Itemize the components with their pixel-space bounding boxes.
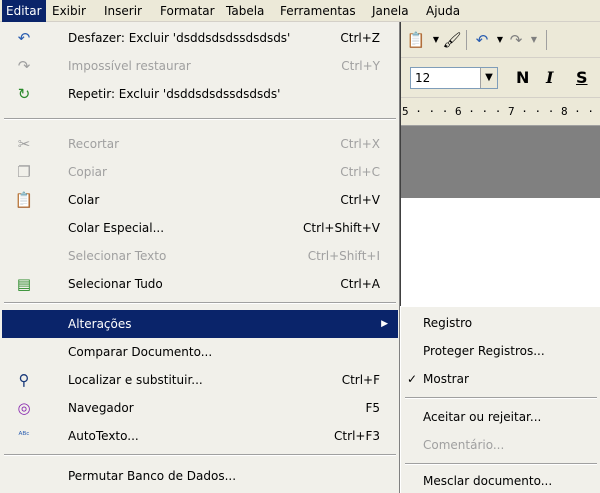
menu-item-restore[interactable]: ↷ Impossível restaurar Ctrl+Y xyxy=(2,52,398,80)
submenu-item-label: Registro xyxy=(423,316,473,330)
toolbar-separator xyxy=(546,30,547,50)
menu-item-find-replace[interactable]: ⚲ Localizar e substituir... Ctrl+F xyxy=(2,366,398,394)
menu-item-shortcut: Ctrl+V xyxy=(340,193,380,207)
menu-editar[interactable]: Editar xyxy=(2,0,46,22)
paste-icon[interactable]: 📋 xyxy=(406,30,426,50)
menu-item-paste[interactable]: 📋 Colar Ctrl+V xyxy=(2,186,398,214)
submenu-item-label: Comentário... xyxy=(423,438,505,452)
submenu-item-record[interactable]: Registro xyxy=(403,309,599,337)
font-size-value: 12 xyxy=(415,71,431,85)
toolbar-separator xyxy=(466,30,467,50)
menu-item-autotext[interactable]: ᴬᴮᶜ AutoTexto... Ctrl+F3 xyxy=(2,422,398,450)
submenu-item-accept-reject[interactable]: Aceitar ou rejeitar... xyxy=(403,403,599,431)
menu-item-label: Colar xyxy=(68,193,100,207)
menu-item-repeat[interactable]: ↻ Repetir: Excluir 'dsddsdsdssdsdsds' xyxy=(2,80,398,108)
menu-item-label: Alterações xyxy=(68,317,132,331)
select-all-icon: ▤ xyxy=(16,275,32,293)
menu-item-shortcut: Ctrl+F xyxy=(341,373,380,387)
menu-item-label: Colar Especial... xyxy=(68,221,165,235)
menu-item-shortcut: Ctrl+A xyxy=(340,277,380,291)
menu-inserir[interactable]: Inserir xyxy=(100,0,146,22)
ruler: 5 · · · 6 · · · 7 · · · 8 · · · xyxy=(400,98,600,146)
paintbrush-icon[interactable]: 🖌 xyxy=(442,30,462,50)
menu-item-navigator[interactable]: ◎ Navegador F5 xyxy=(2,394,398,422)
repeat-icon: ↻ xyxy=(17,85,31,103)
changes-submenu: Registro Proteger Registros... ✓ Mostrar… xyxy=(400,306,600,493)
menu-separator xyxy=(405,397,597,399)
menu-item-shortcut: Ctrl+Shift+V xyxy=(303,221,380,235)
menu-item-copy[interactable]: ❐ Copiar Ctrl+C xyxy=(2,158,398,186)
chevron-down-icon[interactable]: ▼ xyxy=(524,30,544,50)
menu-item-select-all[interactable]: ▤ Selecionar Tudo Ctrl+A xyxy=(2,270,398,298)
menu-item-label: Repetir: Excluir 'dsddsdsdssdsdsds' xyxy=(68,87,281,101)
submenu-item-label: Mostrar xyxy=(423,372,469,386)
submenu-item-comment[interactable]: Comentário... xyxy=(403,431,599,459)
submenu-item-label: Aceitar ou rejeitar... xyxy=(423,410,542,424)
autotext-icon: ᴬᴮᶜ xyxy=(18,431,30,441)
menu-item-paste-special[interactable]: Colar Especial... Ctrl+Shift+V xyxy=(2,214,398,242)
menu-item-label: Desfazer: Excluir 'dsddsdsdssdsdsds' xyxy=(68,31,291,45)
menu-item-undo[interactable]: ↶ Desfazer: Excluir 'dsddsdsdssdsdsds' C… xyxy=(2,24,398,52)
menu-item-shortcut: F5 xyxy=(365,401,380,415)
undo-icon: ↶ xyxy=(17,29,31,47)
menu-item-label: Copiar xyxy=(68,165,107,179)
submenu-item-protect[interactable]: Proteger Registros... xyxy=(403,337,599,365)
paste-icon: 📋 xyxy=(14,191,34,209)
menu-item-cut[interactable]: ✂ Recortar Ctrl+X xyxy=(2,130,398,158)
menu-item-label: Selecionar Texto xyxy=(68,249,167,263)
menu-item-shortcut: Ctrl+F3 xyxy=(334,429,380,443)
document-gray-area xyxy=(400,126,600,198)
italic-button[interactable]: I xyxy=(546,68,553,87)
menu-separator xyxy=(4,302,396,304)
menu-ajuda[interactable]: Ajuda xyxy=(422,0,464,22)
submenu-item-label: Proteger Registros... xyxy=(423,344,545,358)
menu-item-label: Comparar Documento... xyxy=(68,345,213,359)
navigator-icon: ◎ xyxy=(17,399,31,417)
submenu-item-show[interactable]: ✓ Mostrar xyxy=(403,365,599,393)
checkmark-icon: ✓ xyxy=(407,372,418,386)
cut-icon: ✂ xyxy=(17,135,31,153)
menu-separator xyxy=(405,463,597,465)
menu-item-label: Recortar xyxy=(68,137,120,151)
menu-item-select-text[interactable]: Selecionar Texto Ctrl+Shift+I xyxy=(2,242,398,270)
menu-item-label: Permutar Banco de Dados... xyxy=(68,469,237,483)
copy-icon: ❐ xyxy=(17,163,31,181)
menu-exibir[interactable]: Exibir xyxy=(48,0,90,22)
edit-menu: ↶ Desfazer: Excluir 'dsddsdsdssdsdsds' C… xyxy=(0,22,400,493)
underline-button[interactable]: S xyxy=(576,68,588,87)
menu-item-label: Selecionar Tudo xyxy=(68,277,163,291)
menu-item-label: Impossível restaurar xyxy=(68,59,191,73)
menu-item-label: Localizar e substituir... xyxy=(68,373,203,387)
menu-bar: Editar Exibir Inserir Formatar Tabela Fe… xyxy=(0,0,600,22)
menu-item-changes[interactable]: Alterações ▶ xyxy=(2,310,398,338)
binoculars-icon: ⚲ xyxy=(18,371,30,389)
chevron-down-icon[interactable]: ▼ xyxy=(480,68,497,88)
menu-separator xyxy=(4,454,396,456)
menu-separator xyxy=(4,118,396,120)
menu-item-exchange-database[interactable]: Permutar Banco de Dados... xyxy=(2,462,398,490)
menu-janela[interactable]: Janela xyxy=(368,0,413,22)
menu-item-label: Navegador xyxy=(68,401,134,415)
submenu-item-merge[interactable]: Mesclar documento... xyxy=(403,467,599,493)
redo-icon[interactable]: ↷ xyxy=(506,30,526,50)
restore-icon: ↷ xyxy=(17,57,31,75)
menu-tabela[interactable]: Tabela xyxy=(222,0,268,22)
menu-item-shortcut: Ctrl+Y xyxy=(341,59,380,73)
font-size-select[interactable]: 12 ▼ xyxy=(410,67,498,89)
menu-item-shortcut: Ctrl+X xyxy=(340,137,380,151)
submenu-arrow-icon: ▶ xyxy=(381,319,388,329)
bold-button[interactable]: N xyxy=(516,68,529,87)
menu-item-shortcut: Ctrl+Z xyxy=(340,31,380,45)
submenu-item-label: Mesclar documento... xyxy=(423,474,553,488)
menu-item-label: AutoTexto... xyxy=(68,429,139,443)
menu-item-shortcut: Ctrl+C xyxy=(340,165,380,179)
standard-toolbar: 📋 ▼ 🖌 ↶ ▼ ↷ ▼ xyxy=(400,22,600,58)
menu-item-shortcut: Ctrl+Shift+I xyxy=(307,249,380,263)
menu-formatar[interactable]: Formatar xyxy=(156,0,219,22)
undo-icon[interactable]: ↶ xyxy=(472,30,492,50)
menu-item-compare[interactable]: Comparar Documento... xyxy=(2,338,398,366)
menu-ferramentas[interactable]: Ferramentas xyxy=(276,0,360,22)
